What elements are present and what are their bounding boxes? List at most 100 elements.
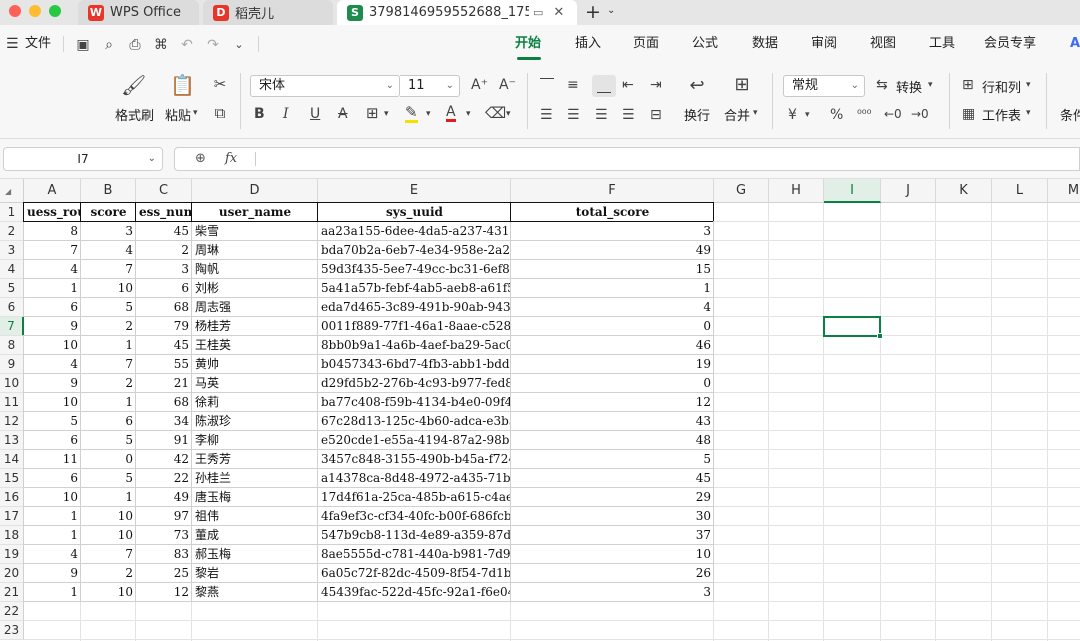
distribute-icon[interactable]: ⊟ <box>650 108 662 122</box>
table-header-cell[interactable]: sys_uuid <box>318 203 511 222</box>
row-header[interactable]: 15 <box>0 469 24 488</box>
menu-data[interactable]: 数据 <box>752 25 778 63</box>
table-cell[interactable]: 6 <box>24 431 81 450</box>
fx-icon[interactable]: fx <box>225 151 237 166</box>
table-cell[interactable]: 19 <box>511 355 714 374</box>
fill-handle[interactable] <box>877 333 883 339</box>
table-cell[interactable]: 2 <box>81 374 136 393</box>
table-cell[interactable]: aa23a155-6dee-4da5-a237-4311dd8e <box>318 222 511 241</box>
spreadsheet-grid[interactable]: ◢ A B C D E F G H I J K L M 1 2 3 4 5 6 7 8 9 10 11 12 13 14 15 16 17… <box>0 179 1080 641</box>
row-header[interactable]: 2 <box>0 222 24 241</box>
table-cell[interactable]: 唐玉梅 <box>192 488 318 507</box>
zoom-window-button[interactable] <box>49 5 61 17</box>
table-cell[interactable]: 祖伟 <box>192 507 318 526</box>
export-icon[interactable]: ⌕ <box>101 37 117 53</box>
chevron-down-icon[interactable]: ⌄ <box>231 37 247 53</box>
table-cell[interactable]: 2 <box>136 241 192 260</box>
table-cell[interactable]: b0457343-6bd7-4fb3-abb1-bddfdc18 <box>318 355 511 374</box>
table-cell[interactable]: 6 <box>24 298 81 317</box>
table-cell[interactable]: 67c28d13-125c-4b60-adca-e3b55edf4 <box>318 412 511 431</box>
column-header[interactable]: E <box>318 179 511 203</box>
worksheet-icon[interactable]: ▦ <box>962 107 975 121</box>
table-cell[interactable]: 97 <box>136 507 192 526</box>
table-cell[interactable]: 9 <box>24 374 81 393</box>
redo-icon[interactable]: ↷ <box>205 37 221 53</box>
table-cell[interactable]: 45439fac-522d-45fc-92a1-f6e04ca950 <box>318 583 511 602</box>
chevron-down-icon[interactable]: ▾ <box>426 110 431 119</box>
table-cell[interactable]: 30 <box>511 507 714 526</box>
column-header[interactable]: B <box>81 179 136 203</box>
undo-icon[interactable]: ↶ <box>179 37 195 53</box>
row-header[interactable]: 22 <box>0 602 24 621</box>
chevron-down-icon[interactable]: ⌄ <box>607 5 615 16</box>
font-size-select[interactable]: 11 ⌄ <box>400 75 460 97</box>
table-cell[interactable]: 3 <box>81 222 136 241</box>
worksheet-label[interactable]: 工作表 <box>982 105 1021 124</box>
table-cell[interactable]: 马英 <box>192 374 318 393</box>
row-header[interactable]: 7 <box>0 317 24 336</box>
table-cell[interactable]: 3457c848-3155-490b-b45a-f724208c9 <box>318 450 511 469</box>
percent-icon[interactable]: % <box>830 108 843 122</box>
table-cell[interactable]: 7 <box>24 241 81 260</box>
table-cell[interactable]: 2 <box>81 317 136 336</box>
convert-icon[interactable]: ⇆ <box>876 78 888 92</box>
new-tab-icon[interactable]: + <box>585 1 601 23</box>
table-cell[interactable]: 王桂英 <box>192 336 318 355</box>
row-header[interactable]: 12 <box>0 412 24 431</box>
table-cell[interactable]: 1 <box>81 488 136 507</box>
table-cell[interactable]: 29 <box>511 488 714 507</box>
table-cell[interactable]: 15 <box>511 260 714 279</box>
wrap-text-label[interactable]: 换行 <box>684 105 710 124</box>
table-cell[interactable]: 陈淑珍 <box>192 412 318 431</box>
table-cell[interactable]: 3 <box>511 583 714 602</box>
table-cell[interactable]: 10 <box>81 583 136 602</box>
table-cell[interactable]: 7 <box>81 355 136 374</box>
table-cell[interactable]: 45 <box>136 336 192 355</box>
table-cell[interactable]: 4 <box>24 260 81 279</box>
table-cell[interactable]: 3 <box>136 260 192 279</box>
decrease-indent-icon[interactable]: ⇤ <box>622 78 634 92</box>
table-cell[interactable]: 25 <box>136 564 192 583</box>
row-header[interactable]: 19 <box>0 545 24 564</box>
table-cell[interactable]: 周琳 <box>192 241 318 260</box>
column-header[interactable]: H <box>769 179 824 203</box>
table-cell[interactable]: 10 <box>81 279 136 298</box>
tab-wps-office[interactable]: W WPS Office <box>78 0 199 25</box>
table-cell[interactable]: 26 <box>511 564 714 583</box>
table-cell[interactable]: 8 <box>24 222 81 241</box>
table-cell[interactable]: 8bb0b9a1-4a6b-4aef-ba29-5ac057d9 <box>318 336 511 355</box>
table-cell[interactable]: 4 <box>511 298 714 317</box>
align-left-icon[interactable]: ☰ <box>540 108 553 122</box>
chevron-down-icon[interactable]: ▾ <box>805 111 810 120</box>
tab-docer[interactable]: D 稻壳儿 <box>203 0 333 25</box>
table-cell[interactable]: 42 <box>136 450 192 469</box>
table-cell[interactable]: 0 <box>511 317 714 336</box>
table-cell[interactable]: 6 <box>81 412 136 431</box>
table-cell[interactable]: 4 <box>24 545 81 564</box>
table-cell[interactable]: 9 <box>24 317 81 336</box>
table-cell[interactable]: 68 <box>136 393 192 412</box>
table-cell[interactable]: eda7d465-3c89-491b-90ab-9437439ef <box>318 298 511 317</box>
table-cell[interactable]: 83 <box>136 545 192 564</box>
table-cell[interactable]: 21 <box>136 374 192 393</box>
table-cell[interactable]: 9 <box>24 564 81 583</box>
table-cell[interactable]: e520cde1-e55a-4194-87a2-98be69183 <box>318 431 511 450</box>
thousands-icon[interactable]: ⁰⁰⁰ <box>857 108 871 120</box>
select-all-corner[interactable]: ◢ <box>0 179 24 203</box>
increase-indent-icon[interactable]: ⇥ <box>650 78 662 92</box>
table-cell[interactable]: 0011f889-77f1-46a1-8aae-c52860404 <box>318 317 511 336</box>
chevron-down-icon[interactable]: ▾ <box>506 110 511 119</box>
italic-icon[interactable]: I <box>283 107 289 121</box>
tab-spreadsheet[interactable]: S 3798146959552688_1756 ▭ ✕ <box>337 0 577 25</box>
table-cell[interactable]: 杨桂芳 <box>192 317 318 336</box>
currency-icon[interactable]: ¥ <box>788 108 797 122</box>
menu-file[interactable]: 文件 <box>25 25 51 63</box>
paste-label[interactable]: 粘贴 <box>165 105 191 124</box>
ai-icon[interactable]: A <box>1070 37 1080 51</box>
table-cell[interactable]: 49 <box>136 488 192 507</box>
table-cell[interactable]: 1 <box>511 279 714 298</box>
underline-icon[interactable]: U <box>310 107 320 121</box>
number-format-select[interactable]: 常规 ⌄ <box>783 75 865 97</box>
wrap-text-icon[interactable]: ↩ <box>686 77 708 95</box>
print-icon[interactable]: ⎙ <box>127 37 143 53</box>
